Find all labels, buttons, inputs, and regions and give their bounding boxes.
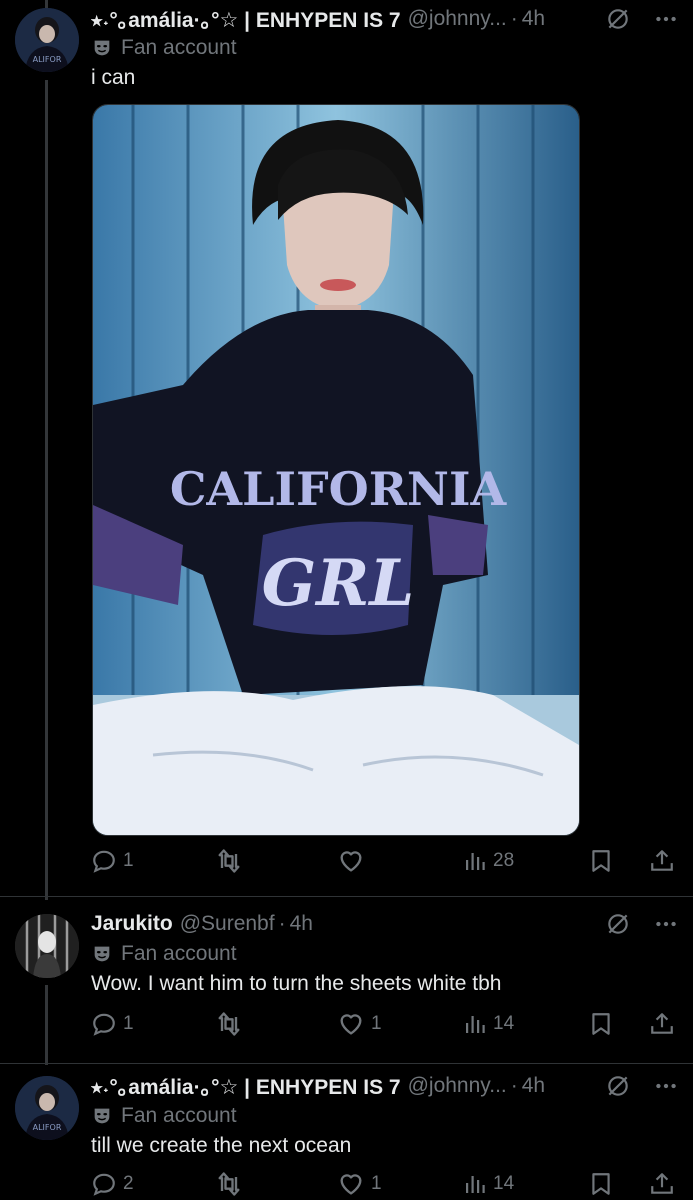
- svg-text:ALIFOR: ALIFOR: [33, 1123, 62, 1132]
- like-button[interactable]: [337, 847, 371, 875]
- tweet-3[interactable]: ALIFOR ⭒˖°｡amália·｡°☆ | ENHYPEN IS 7 @jo…: [0, 1066, 693, 1200]
- action-bar: 1 28: [91, 845, 676, 877]
- tweet-photo[interactable]: CALIFORNIA GRL: [92, 104, 580, 836]
- tweet-1[interactable]: ALIFOR ⭒˖°｡amália·｡°☆ | ENHYPEN IS 7 @jo…: [0, 0, 693, 900]
- bookmark-icon: [588, 1011, 614, 1037]
- views-count: 14: [493, 1013, 515, 1034]
- fan-account-badge: Fan account: [91, 36, 237, 60]
- action-bar: 2 1 14: [91, 1168, 676, 1200]
- views-button[interactable]: 28: [463, 849, 514, 873]
- more-icon[interactable]: [653, 1073, 679, 1099]
- retweet-button[interactable]: [215, 1010, 249, 1038]
- like-button[interactable]: 1: [337, 1170, 382, 1198]
- svg-text:ALIFOR: ALIFOR: [33, 55, 62, 64]
- tweet-header: ⭒˖°｡amália·｡°☆ | ENHYPEN IS 7 @johnny...…: [91, 4, 679, 34]
- bookmark-icon: [588, 848, 614, 874]
- more-icon[interactable]: [653, 6, 679, 32]
- reply-button[interactable]: 1: [91, 1011, 134, 1037]
- handle[interactable]: @Surenbf: [180, 912, 275, 936]
- share-icon: [649, 1011, 675, 1037]
- reply-icon: [91, 848, 117, 874]
- reply-count: 1: [123, 850, 134, 871]
- tweet-header: Jarukito @Surenbf · 4h: [91, 909, 679, 939]
- fan-mask-icon: [91, 943, 113, 965]
- separator-dot: ·: [278, 912, 286, 935]
- views-icon: [463, 849, 487, 873]
- fan-account-badge: Fan account: [91, 1104, 237, 1128]
- views-count: 14: [493, 1173, 515, 1194]
- retweet-icon: [215, 847, 243, 875]
- share-icon: [649, 1171, 675, 1197]
- views-button[interactable]: 14: [463, 1012, 514, 1036]
- display-name[interactable]: Jarukito: [91, 912, 173, 936]
- like-count: 1: [371, 1173, 382, 1194]
- photo-print-line-2: GRL: [262, 546, 415, 621]
- handle[interactable]: @johnny...: [408, 1074, 507, 1098]
- display-name[interactable]: ⭒˖°｡amália·｡°☆ | ENHYPEN IS 7: [91, 4, 401, 34]
- timestamp[interactable]: 4h: [290, 912, 313, 936]
- reply-count: 1: [123, 1013, 134, 1034]
- tweet-text: till we create the next ocean: [91, 1134, 352, 1157]
- divider: [0, 1063, 693, 1064]
- views-icon: [463, 1012, 487, 1036]
- badge-label: Fan account: [121, 1104, 237, 1127]
- tweet-2[interactable]: Jarukito @Surenbf · 4h Fan account Wow. …: [0, 900, 693, 1065]
- like-count: 1: [371, 1013, 382, 1034]
- more-icon[interactable]: [653, 911, 679, 937]
- views-icon: [463, 1172, 487, 1196]
- grok-icon[interactable]: [605, 1073, 631, 1099]
- display-name[interactable]: ⭒˖°｡amália·｡°☆ | ENHYPEN IS 7: [91, 1071, 401, 1101]
- tweet-text: Wow. I want him to turn the sheets white…: [91, 972, 502, 995]
- retweet-button[interactable]: [215, 847, 249, 875]
- like-icon: [337, 1010, 365, 1038]
- reply-count: 2: [123, 1173, 134, 1194]
- like-icon: [337, 1170, 365, 1198]
- avatar[interactable]: ALIFOR: [15, 8, 79, 72]
- reply-button[interactable]: 2: [91, 1171, 134, 1197]
- like-icon: [337, 847, 365, 875]
- share-button[interactable]: [649, 1171, 675, 1197]
- retweet-icon: [215, 1170, 243, 1198]
- share-button[interactable]: [649, 1011, 675, 1037]
- photo-print-line-1: CALIFORNIA: [170, 462, 508, 516]
- avatar[interactable]: [15, 914, 79, 978]
- separator-dot: ·: [510, 1074, 518, 1097]
- avatar[interactable]: ALIFOR: [15, 1076, 79, 1140]
- grok-icon[interactable]: [605, 6, 631, 32]
- badge-label: Fan account: [121, 942, 237, 965]
- fan-mask-icon: [91, 1105, 113, 1127]
- bookmark-button[interactable]: [588, 1171, 614, 1197]
- fan-account-badge: Fan account: [91, 942, 237, 966]
- share-icon: [649, 848, 675, 874]
- action-bar: 1 1 14: [91, 1008, 676, 1040]
- like-button[interactable]: 1: [337, 1010, 382, 1038]
- retweet-button[interactable]: [215, 1170, 249, 1198]
- grok-icon[interactable]: [605, 911, 631, 937]
- separator-dot: ·: [510, 7, 518, 30]
- views-count: 28: [493, 850, 515, 871]
- reply-icon: [91, 1011, 117, 1037]
- tweet-header: ⭒˖°｡amália·｡°☆ | ENHYPEN IS 7 @johnny...…: [91, 1071, 679, 1101]
- reply-icon: [91, 1171, 117, 1197]
- tweet-text: i can: [91, 66, 136, 89]
- reply-button[interactable]: 1: [91, 848, 134, 874]
- timestamp[interactable]: 4h: [522, 1074, 545, 1098]
- divider: [0, 896, 693, 897]
- badge-label: Fan account: [121, 36, 237, 59]
- bookmark-button[interactable]: [588, 848, 614, 874]
- views-button[interactable]: 14: [463, 1172, 514, 1196]
- fan-mask-icon: [91, 37, 113, 59]
- bookmark-button[interactable]: [588, 1011, 614, 1037]
- timestamp[interactable]: 4h: [522, 7, 545, 31]
- handle[interactable]: @johnny...: [408, 7, 507, 31]
- retweet-icon: [215, 1010, 243, 1038]
- share-button[interactable]: [649, 848, 675, 874]
- bookmark-icon: [588, 1171, 614, 1197]
